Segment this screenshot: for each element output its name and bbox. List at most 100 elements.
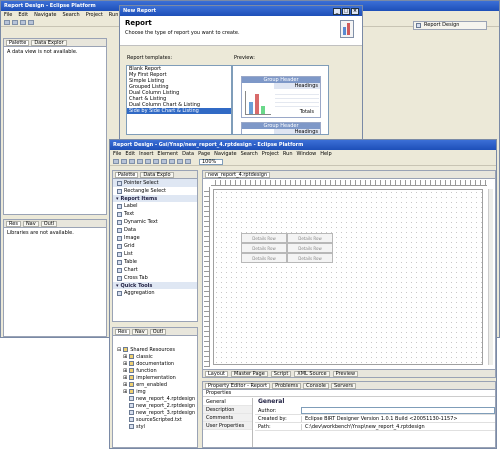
tree-item[interactable]: ⊞ classic [113, 353, 197, 360]
report-items-header[interactable]: ▾ Report Items [113, 195, 197, 202]
tab-servers[interactable]: Servers [331, 382, 357, 389]
menu-edit[interactable]: Edit [18, 12, 28, 18]
palette-item-image[interactable]: Image [113, 234, 197, 242]
palette-item-grid[interactable]: Grid [113, 242, 197, 250]
undo-icon[interactable] [129, 159, 135, 164]
table-detail-cell[interactable]: Details Row [241, 243, 287, 253]
tab-resources[interactable]: Res [115, 328, 130, 335]
table-detail-cell[interactable]: Details Row [287, 233, 333, 243]
menu-search[interactable]: Search [63, 12, 80, 18]
template-item-selected[interactable]: Side by Side Chart & Listing [127, 108, 231, 114]
tab-preview[interactable]: Preview [332, 370, 359, 377]
property-category[interactable]: General [203, 398, 252, 406]
table-detail-cell[interactable]: Details Row [287, 253, 333, 263]
tab-property-editor[interactable]: Property Editor - Report [205, 382, 271, 389]
tree-item[interactable]: sourceScripted.txt [113, 416, 197, 423]
tree-item[interactable]: ⊞ img [113, 388, 197, 395]
run-icon[interactable] [28, 20, 34, 25]
palette-item-label[interactable]: Label [113, 202, 197, 210]
pointer-select-tool[interactable]: Pointer Select [113, 179, 197, 187]
menu-navigate[interactable]: Navigate [214, 151, 236, 157]
tab-navigator[interactable]: Nav [22, 220, 39, 227]
menu-project[interactable]: Project [86, 12, 103, 18]
menu-file[interactable]: File [4, 12, 12, 18]
italic-icon[interactable] [161, 159, 167, 164]
new-icon[interactable] [113, 159, 119, 164]
run-icon[interactable] [145, 159, 151, 164]
table-detail-cell[interactable]: Details Row [241, 253, 287, 263]
close-button[interactable]: × [351, 7, 359, 15]
palette-item-chart[interactable]: Chart [113, 266, 197, 274]
menu-help[interactable]: Help [320, 151, 331, 157]
menu-insert[interactable]: Insert [139, 151, 153, 157]
tab-data-explorer[interactable]: Data Explor [31, 39, 67, 46]
menu-window[interactable]: Window [297, 151, 317, 157]
perspective-report-design[interactable]: Report Design [413, 21, 487, 30]
tab-navigator[interactable]: Nav [131, 328, 148, 335]
menu-page[interactable]: Page [198, 151, 210, 157]
palette-item-aggregation[interactable]: Aggregation [113, 289, 197, 297]
menu-data[interactable]: Data [182, 151, 194, 157]
tab-editor-file[interactable]: new_report_4.rptdesign [205, 171, 271, 178]
vertical-scrollbar[interactable] [488, 189, 493, 365]
tree-item[interactable]: ⊞ function [113, 367, 197, 374]
redo-icon[interactable] [137, 159, 143, 164]
new-icon[interactable] [4, 20, 10, 25]
menu-element[interactable]: Element [157, 151, 178, 157]
preview-lines [275, 91, 319, 107]
menu-run[interactable]: Run [283, 151, 293, 157]
tree-root[interactable]: ⊟ Shared Resources [113, 346, 197, 353]
tree-item[interactable]: new_report_3.rptdesign [113, 409, 197, 416]
align-left-icon[interactable] [169, 159, 175, 164]
menu-project[interactable]: Project [262, 151, 279, 157]
tree-item[interactable]: ⊞ documentation [113, 360, 197, 367]
menu-edit[interactable]: Edit [125, 151, 135, 157]
save-icon[interactable] [121, 159, 127, 164]
palette-item-table[interactable]: Table [113, 258, 197, 266]
table-detail-cell[interactable]: Details Row [287, 243, 333, 253]
layout-canvas[interactable] [213, 189, 483, 365]
zoom-combo[interactable]: 100% [199, 158, 223, 165]
palette-item-text[interactable]: Text [113, 210, 197, 218]
menu-navigate[interactable]: Navigate [34, 12, 56, 18]
minimize-button[interactable]: _ [333, 7, 341, 15]
maximize-button[interactable]: □ [342, 7, 350, 15]
tree-item[interactable]: ⊞ ern_enabled [113, 381, 197, 388]
table-detail-cell[interactable]: Details Row [241, 233, 287, 243]
tree-item[interactable]: new_report_4.rptdesign [113, 395, 197, 402]
tab-palette[interactable]: Palette [115, 171, 139, 178]
tab-layout[interactable]: Layout [205, 370, 228, 377]
bold-icon[interactable] [153, 159, 159, 164]
menu-file[interactable]: File [113, 151, 121, 157]
tab-script[interactable]: Script [270, 370, 292, 377]
menu-search[interactable]: Search [241, 151, 258, 157]
tab-master-page[interactable]: Master Page [231, 370, 268, 377]
property-category[interactable]: User Properties [203, 422, 252, 430]
author-input[interactable] [301, 407, 495, 414]
palette-item-list[interactable]: List [113, 250, 197, 258]
rectangle-select-tool[interactable]: Rectangle Select [113, 187, 197, 195]
property-category[interactable]: Comments [203, 414, 252, 422]
tab-problems[interactable]: Problems [272, 382, 302, 389]
tab-outline[interactable]: Outl [149, 328, 167, 335]
quick-tools-header[interactable]: ▾ Quick Tools [113, 282, 197, 289]
property-category[interactable]: Description [203, 406, 252, 414]
tab-palette[interactable]: Palette [6, 39, 30, 46]
tab-xml-source[interactable]: XML Source [294, 370, 330, 377]
tab-outline[interactable]: Outl [40, 220, 58, 227]
palette-item-dynamic-text[interactable]: Dynamic Text [113, 218, 197, 226]
tree-item[interactable]: new_report_2.rptdesign [113, 402, 197, 409]
align-center-icon[interactable] [177, 159, 183, 164]
tab-console[interactable]: Console [303, 382, 330, 389]
palette-item-data[interactable]: Data [113, 226, 197, 234]
save-icon[interactable] [12, 20, 18, 25]
tab-data-explorer[interactable]: Data Explo [140, 171, 174, 178]
menu-run[interactable]: Run [109, 12, 119, 18]
tree-item[interactable]: styl [113, 423, 197, 430]
tab-resources[interactable]: Res [6, 220, 21, 227]
palette-item-cross-tab[interactable]: Cross Tab [113, 274, 197, 282]
print-icon[interactable] [20, 20, 26, 25]
tree-item[interactable]: ⊞ implementation [113, 374, 197, 381]
report-templates-list[interactable]: Blank Report My First Report Simple List… [126, 65, 232, 135]
align-right-icon[interactable] [185, 159, 191, 164]
